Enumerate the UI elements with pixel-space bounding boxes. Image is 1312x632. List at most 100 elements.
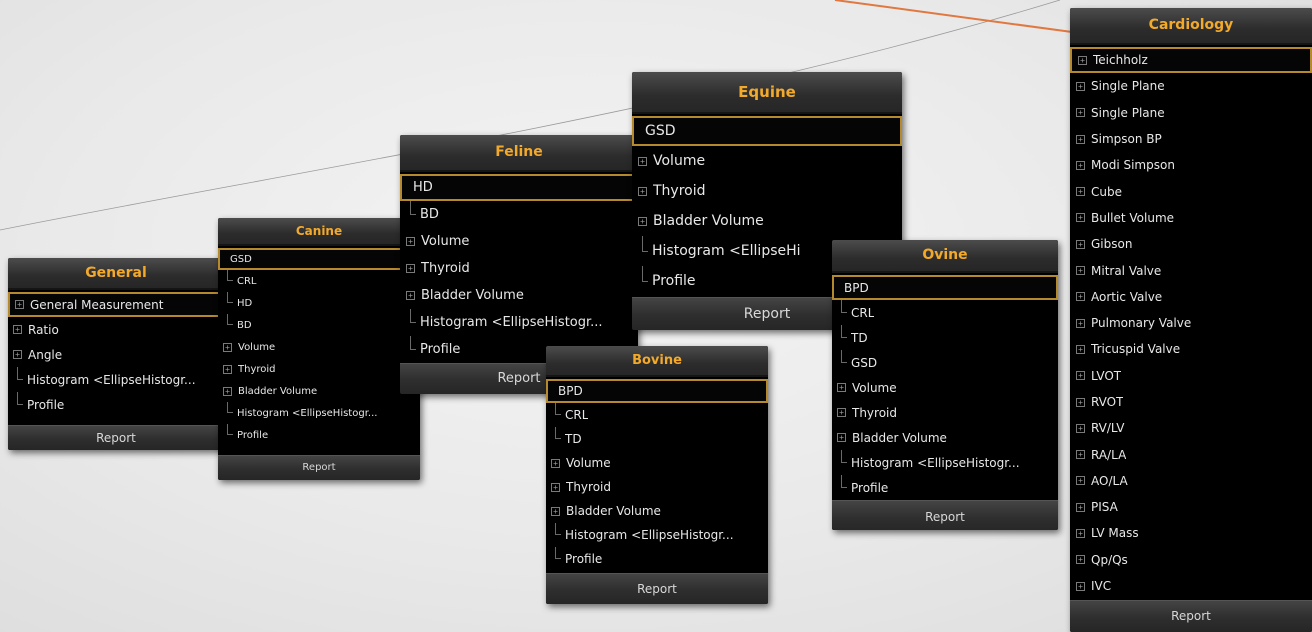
menu-item-crl[interactable]: CRL	[218, 270, 420, 292]
report-button[interactable]: Report	[832, 500, 1058, 530]
expand-icon[interactable]	[1076, 239, 1085, 249]
expand-icon[interactable]	[223, 364, 232, 374]
menu-item-teichholz[interactable]: Teichholz	[1070, 47, 1312, 74]
expand-icon[interactable]	[638, 156, 647, 166]
expand-icon[interactable]	[1076, 502, 1085, 512]
menu-item-rv-lv[interactable]: RV/LV	[1070, 415, 1312, 441]
expand-icon[interactable]	[1076, 397, 1085, 407]
menu-item-lvot[interactable]: LVOT	[1070, 363, 1312, 389]
menu-item-crl[interactable]: CRL	[546, 403, 768, 427]
menu-item-histogram-ellipsehistogr[interactable]: Histogram <EllipseHistogr...	[218, 402, 420, 424]
expand-icon[interactable]	[1076, 528, 1085, 538]
menu-item-volume[interactable]: Volume	[632, 146, 902, 176]
menu-item-cube[interactable]: Cube	[1070, 178, 1312, 204]
expand-icon[interactable]	[223, 386, 232, 396]
expand-icon[interactable]	[1076, 292, 1085, 302]
menu-item-td[interactable]: TD	[832, 325, 1058, 350]
expand-icon[interactable]	[837, 383, 846, 392]
expand-icon[interactable]	[1076, 160, 1085, 170]
menu-item-bladder-volume[interactable]: Bladder Volume	[218, 380, 420, 402]
menu-item-bladder-volume[interactable]: Bladder Volume	[400, 282, 638, 309]
menu-item-angle[interactable]: Angle	[8, 342, 224, 367]
menu-item-bladder-volume[interactable]: Bladder Volume	[832, 425, 1058, 450]
menu-item-modi-simpson[interactable]: Modi Simpson	[1070, 152, 1312, 178]
menu-item-thyroid[interactable]: Thyroid	[632, 176, 902, 206]
menu-item-lv-mass[interactable]: LV Mass	[1070, 520, 1312, 546]
menu-item-ao-la[interactable]: AO/LA	[1070, 468, 1312, 494]
expand-icon[interactable]	[1076, 134, 1085, 144]
menu-item-single-plane[interactable]: Single Plane	[1070, 73, 1312, 99]
menu-item-bd[interactable]: BD	[218, 314, 420, 336]
menu-item-gibson[interactable]: Gibson	[1070, 231, 1312, 257]
expand-icon[interactable]	[1076, 581, 1085, 591]
menu-item-volume[interactable]: Volume	[400, 228, 638, 255]
report-button[interactable]: Report	[546, 573, 768, 604]
expand-icon[interactable]	[13, 325, 22, 334]
expand-icon[interactable]	[1076, 213, 1085, 223]
menu-item-pulmonary-valve[interactable]: Pulmonary Valve	[1070, 310, 1312, 336]
expand-icon[interactable]	[406, 291, 415, 300]
menu-item-hd[interactable]: HD	[400, 174, 638, 201]
expand-icon[interactable]	[13, 350, 22, 359]
menu-item-bd[interactable]: BD	[400, 201, 638, 228]
expand-icon[interactable]	[15, 300, 24, 309]
menu-item-hd[interactable]: HD	[218, 292, 420, 314]
expand-icon[interactable]	[1078, 55, 1087, 65]
menu-item-profile[interactable]: Profile	[832, 475, 1058, 500]
expand-icon[interactable]	[223, 342, 232, 352]
expand-icon[interactable]	[1076, 81, 1085, 91]
expand-icon[interactable]	[406, 264, 415, 273]
menu-item-profile[interactable]: Profile	[218, 424, 420, 446]
menu-item-pisa[interactable]: PISA	[1070, 494, 1312, 520]
expand-icon[interactable]	[1076, 371, 1085, 381]
menu-item-gsd[interactable]: GSD	[632, 116, 902, 146]
menu-item-general-measurement[interactable]: General Measurement	[8, 292, 224, 317]
menu-item-bpd[interactable]: BPD	[832, 275, 1058, 300]
menu-item-tricuspid-valve[interactable]: Tricuspid Valve	[1070, 336, 1312, 362]
expand-icon[interactable]	[638, 186, 647, 196]
menu-item-ratio[interactable]: Ratio	[8, 317, 224, 342]
expand-icon[interactable]	[1076, 423, 1085, 433]
menu-item-bladder-volume[interactable]: Bladder Volume	[546, 499, 768, 523]
menu-item-simpson-bp[interactable]: Simpson BP	[1070, 126, 1312, 152]
expand-icon[interactable]	[1076, 108, 1085, 118]
menu-item-thyroid[interactable]: Thyroid	[218, 358, 420, 380]
menu-item-bpd[interactable]: BPD	[546, 379, 768, 403]
menu-item-histogram-ellipsehistogr[interactable]: Histogram <EllipseHistogr...	[832, 450, 1058, 475]
expand-icon[interactable]	[551, 458, 560, 468]
menu-item-profile[interactable]: Profile	[8, 392, 224, 417]
expand-icon[interactable]	[1076, 450, 1085, 460]
report-button[interactable]: Report	[8, 425, 224, 450]
menu-item-histogram-ellipsehistogr[interactable]: Histogram <EllipseHistogr...	[546, 523, 768, 547]
menu-item-thyroid[interactable]: Thyroid	[832, 400, 1058, 425]
menu-item-single-plane[interactable]: Single Plane	[1070, 100, 1312, 126]
expand-icon[interactable]	[1076, 344, 1085, 354]
expand-icon[interactable]	[1076, 187, 1085, 197]
menu-item-histogram-ellipsehistogr[interactable]: Histogram <EllipseHistogr...	[400, 309, 638, 336]
report-button[interactable]: Report	[218, 455, 420, 480]
expand-icon[interactable]	[1076, 476, 1085, 486]
expand-icon[interactable]	[1076, 318, 1085, 328]
menu-item-ra-la[interactable]: RA/LA	[1070, 441, 1312, 467]
menu-item-mitral-valve[interactable]: Mitral Valve	[1070, 257, 1312, 283]
expand-icon[interactable]	[1076, 555, 1085, 565]
menu-item-crl[interactable]: CRL	[832, 300, 1058, 325]
expand-icon[interactable]	[837, 408, 846, 417]
expand-icon[interactable]	[1076, 266, 1085, 276]
menu-item-thyroid[interactable]: Thyroid	[546, 475, 768, 499]
expand-icon[interactable]	[837, 433, 846, 442]
menu-item-profile[interactable]: Profile	[546, 547, 768, 571]
menu-item-bullet-volume[interactable]: Bullet Volume	[1070, 205, 1312, 231]
menu-item-histogram-ellipsehistogr[interactable]: Histogram <EllipseHistogr...	[8, 367, 224, 392]
menu-item-rvot[interactable]: RVOT	[1070, 389, 1312, 415]
menu-item-volume[interactable]: Volume	[546, 451, 768, 475]
report-button[interactable]: Report	[1070, 600, 1312, 632]
menu-item-volume[interactable]: Volume	[218, 336, 420, 358]
menu-item-gsd[interactable]: GSD	[218, 248, 420, 270]
expand-icon[interactable]	[551, 506, 560, 516]
menu-item-volume[interactable]: Volume	[832, 375, 1058, 400]
menu-item-ivc[interactable]: IVC	[1070, 573, 1312, 599]
menu-item-bladder-volume[interactable]: Bladder Volume	[632, 206, 902, 236]
expand-icon[interactable]	[551, 482, 560, 492]
menu-item-gsd[interactable]: GSD	[832, 350, 1058, 375]
